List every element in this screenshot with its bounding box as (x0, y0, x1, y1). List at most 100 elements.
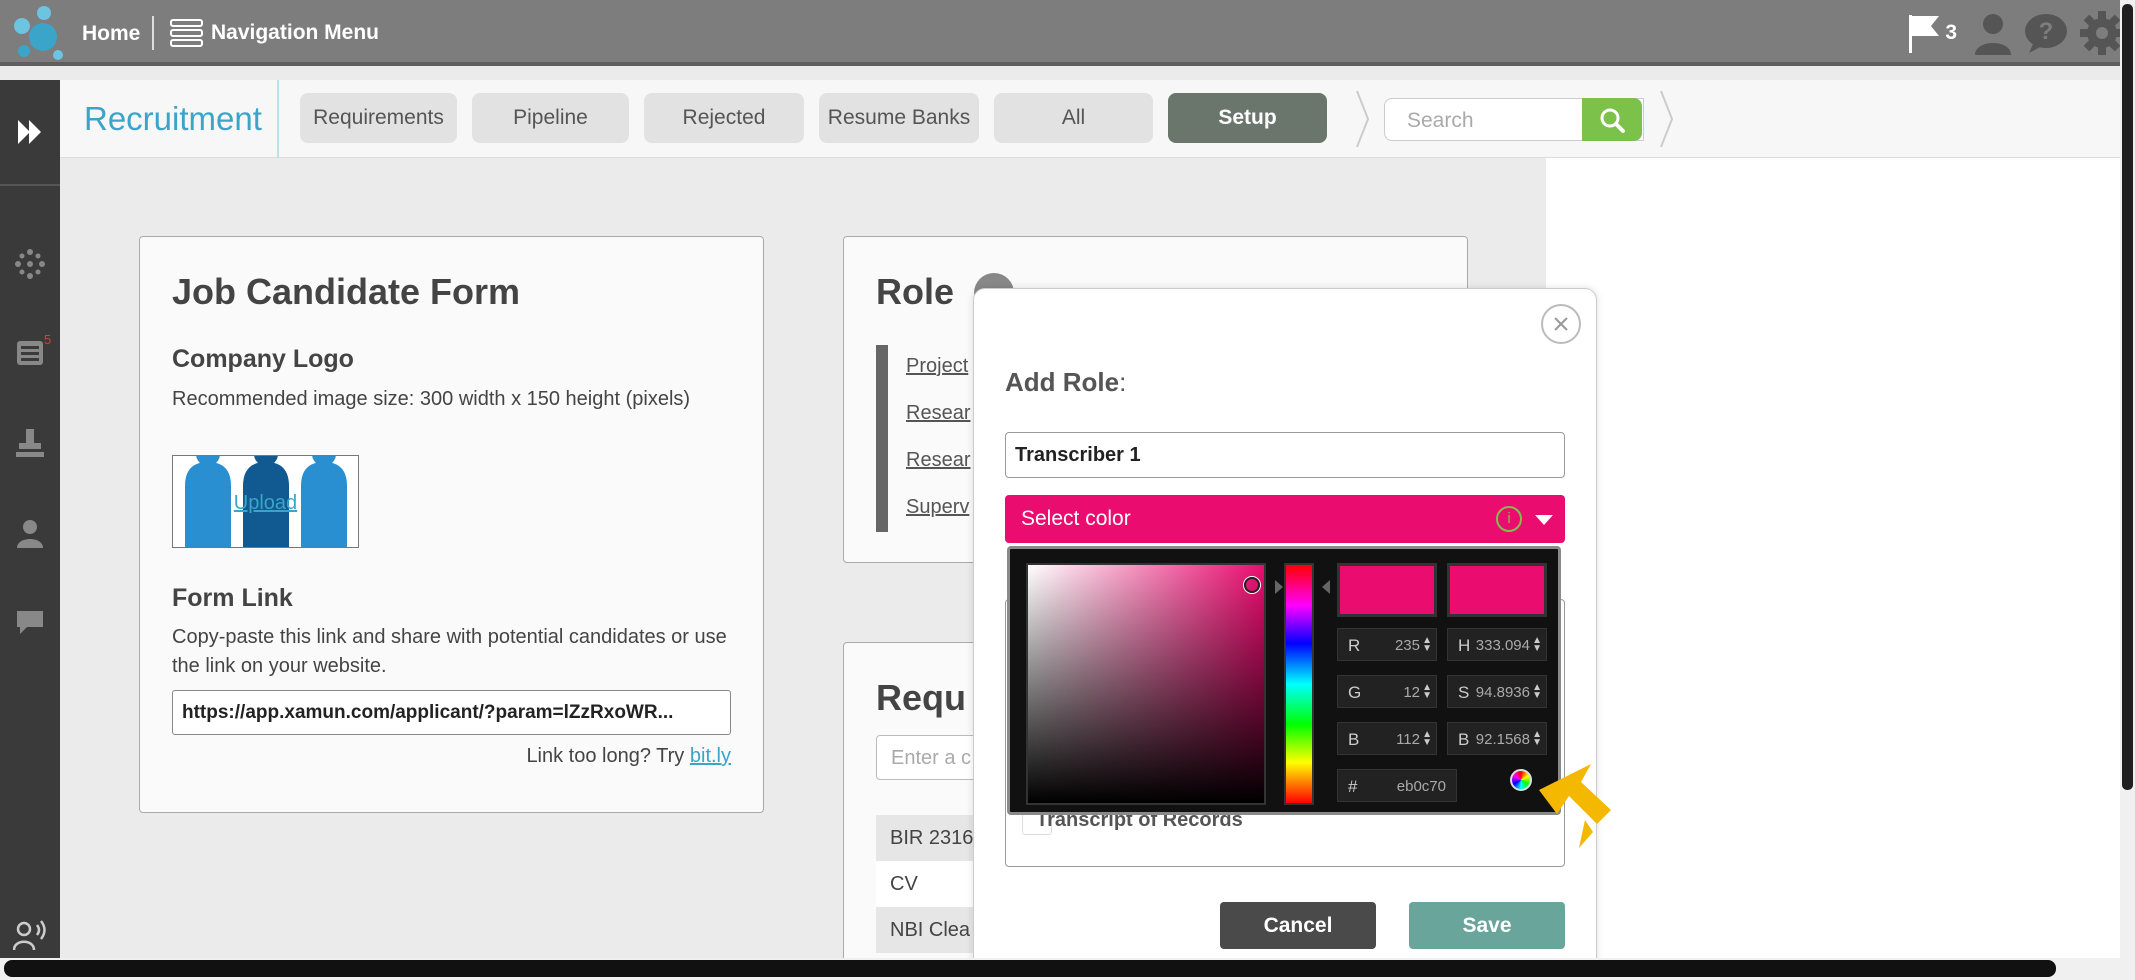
info-icon[interactable]: i (1496, 506, 1522, 532)
search-icon (1600, 108, 1625, 133)
module-title: Recruitment (84, 100, 262, 137)
upload-link[interactable]: Upload (173, 492, 358, 515)
sidebar-item-dashboard[interactable] (0, 239, 60, 289)
role-item[interactable]: Project (906, 355, 968, 378)
current-color-swatch (1447, 563, 1547, 617)
color-select-label: Select color (1021, 507, 1131, 530)
horizontal-scrollbar-thumb[interactable] (4, 960, 2056, 977)
company-logo-upload[interactable]: Upload (172, 455, 359, 548)
settings-gear-icon[interactable] (2079, 10, 2125, 56)
user-icon[interactable] (1973, 11, 2013, 55)
person-icon (17, 520, 43, 548)
spinner-icon: ▲ ▼ (1532, 729, 1542, 748)
help-icon[interactable]: ? (2023, 12, 2069, 54)
menu-icon (170, 19, 203, 47)
spinner-icon: ▲ ▼ (1422, 635, 1432, 654)
job-form-title: Job Candidate Form (172, 271, 521, 312)
tab-requirements[interactable]: Requirements (300, 93, 457, 143)
top-divider (152, 16, 154, 50)
navigation-menu-button[interactable]: Navigation Menu (170, 17, 379, 49)
app-logo-icon[interactable] (8, 4, 66, 62)
home-link[interactable]: Home (82, 22, 140, 46)
search-button[interactable] (1582, 98, 1642, 141)
tab-resume-banks[interactable]: Resume Banks (819, 93, 979, 143)
vertical-scrollbar-thumb[interactable] (2122, 4, 2133, 790)
modal-close-button[interactable] (1541, 304, 1581, 344)
red-label: R (1348, 636, 1361, 655)
spinner-icon: ▲ ▼ (1532, 635, 1542, 654)
color-select-dropdown[interactable]: Select color i (1005, 495, 1565, 543)
blue-value: 112 (1396, 731, 1420, 748)
sv-picker-handle[interactable] (1244, 577, 1260, 593)
spinner-icon: ▲ ▼ (1532, 682, 1542, 701)
blue-label: B (1348, 730, 1360, 749)
notification-count: 3 (1945, 21, 1957, 44)
form-link-field[interactable]: https://app.xamun.com/applicant/?param=l… (172, 690, 731, 735)
save-button[interactable]: Save (1409, 902, 1565, 949)
role-list-bar (876, 345, 888, 532)
list-icon (17, 341, 43, 365)
blue-field[interactable]: B 112 ▲ ▼ (1337, 722, 1437, 755)
form-link-hint: Copy-paste this link and share with pote… (172, 626, 727, 677)
tab-rejected[interactable]: Rejected (644, 93, 804, 143)
stamp-icon (16, 429, 44, 457)
left-sidebar: 5 (0, 80, 60, 980)
hex-label: # (1348, 777, 1358, 796)
close-icon (1554, 317, 1568, 331)
module-header: Recruitment Requirements Pipeline Reject… (60, 80, 2120, 158)
module-divider (277, 80, 279, 158)
content-blank-area (1546, 158, 2120, 958)
sidebar-item-list[interactable]: 5 (0, 328, 60, 378)
notifications-button[interactable]: 3 (1907, 13, 1957, 53)
flag-icon (1909, 15, 1940, 53)
role-item[interactable]: Resear (906, 402, 970, 425)
sidebar-item-broadcast[interactable] (0, 910, 60, 960)
spinner-icon: ▲ ▼ (1422, 682, 1432, 701)
job-candidate-form-panel: Job Candidate Form Company Logo Recommen… (139, 236, 764, 813)
modal-title: Add Role: (1005, 367, 1126, 398)
green-value: 12 (1403, 684, 1420, 701)
sidebar-item-approvals[interactable] (0, 418, 60, 468)
hue-label: H (1458, 636, 1471, 655)
red-field[interactable]: R 235 ▲ ▼ (1337, 628, 1437, 661)
saturation-value-field[interactable] (1026, 563, 1266, 805)
cancel-button[interactable]: Cancel (1220, 902, 1376, 949)
bitly-link[interactable]: bit.ly (690, 745, 731, 767)
chat-icon (17, 611, 43, 634)
saturation-field[interactable]: S 94.8936 ▲ ▼ (1447, 675, 1547, 708)
hex-value: eb0c70 (1396, 778, 1446, 795)
hue-field[interactable]: H 333.094 ▲ ▼ (1447, 628, 1547, 661)
role-item[interactable]: Superv (906, 496, 969, 519)
role-panel-title: Role (876, 271, 955, 312)
modal-title-text: Add Role (1005, 367, 1120, 397)
hue-value: 333.094 (1475, 637, 1530, 654)
sidebar-expand-button[interactable] (0, 80, 60, 186)
arrow-pointer-icon (1539, 764, 1611, 848)
role-item[interactable]: Resear (906, 449, 970, 472)
brightness-value: 92.1568 (1475, 731, 1530, 748)
chevron-separator-icon (1660, 90, 1674, 148)
sidebar-item-messages[interactable] (0, 598, 60, 648)
double-chevron-right-icon (18, 120, 41, 144)
sidebar-item-people[interactable] (0, 508, 60, 558)
tab-all[interactable]: All (994, 93, 1153, 143)
tab-setup[interactable]: Setup (1168, 93, 1327, 143)
tab-pipeline[interactable]: Pipeline (472, 93, 629, 143)
saturation-label: S (1458, 683, 1470, 702)
color-wheel-icon[interactable] (1510, 769, 1532, 791)
chevron-down-icon (1535, 515, 1553, 525)
hex-field[interactable]: # eb0c70 (1337, 769, 1457, 802)
sparkle-dots-icon (15, 249, 45, 279)
brightness-field[interactable]: B 92.1568 ▲ ▼ (1447, 722, 1547, 755)
bitly-row: Link too long? Try bit.ly (526, 745, 731, 768)
company-logo-heading: Company Logo (172, 345, 354, 373)
hue-slider[interactable] (1284, 563, 1314, 805)
red-value: 235 (1394, 637, 1420, 654)
green-field[interactable]: G 12 ▲ ▼ (1337, 675, 1437, 708)
requirements-panel-title: Requ (876, 677, 966, 718)
hue-arrow-left-icon (1275, 580, 1283, 594)
saturation-value: 94.8936 (1475, 684, 1530, 701)
module-tabs: Requirements Pipeline Rejected Resume Ba… (300, 93, 1342, 143)
person-broadcast-icon (13, 920, 46, 951)
role-name-input[interactable]: Transcriber 1 (1005, 432, 1565, 478)
